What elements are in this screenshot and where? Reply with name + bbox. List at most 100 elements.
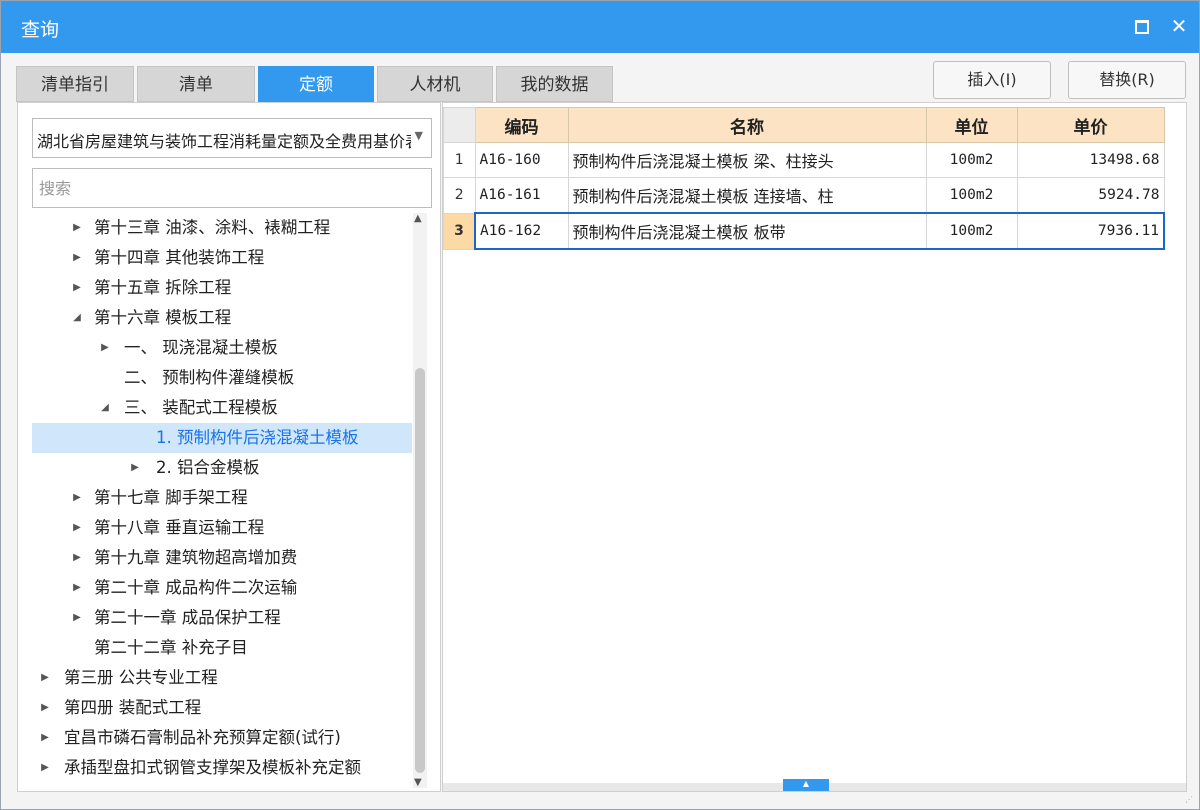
tree-item[interactable]: ▶ 第三册 公共专业工程 xyxy=(32,663,412,693)
name-cell[interactable]: 预制构件后浇混凝土模板 板带 xyxy=(567,212,927,250)
table-row-selected[interactable]: 3 A16-162 预制构件后浇混凝土模板 板带 100m2 7936.11 xyxy=(443,212,1165,250)
collapse-arrow-icon[interactable]: ◢ xyxy=(98,393,112,423)
tree-item-label: 第十三章 油漆、涂料、裱糊工程 xyxy=(94,218,331,237)
tree-item-selected[interactable]: 1. 预制构件后浇混凝土模板 xyxy=(32,423,412,453)
row-number-header xyxy=(443,107,476,143)
tree-item[interactable]: ▶ 第十七章 脚手架工程 xyxy=(32,483,412,513)
tree-item[interactable]: ▶ 一、 现浇混凝土模板 xyxy=(32,333,412,363)
unit-column-header[interactable]: 单位 xyxy=(925,107,1018,143)
tree-item[interactable]: ▶ 第十五章 拆除工程 xyxy=(32,273,412,303)
expand-arrow-icon[interactable]: ▶ xyxy=(128,453,142,483)
tree-item[interactable]: ▶ 第十四章 其他装饰工程 xyxy=(32,243,412,273)
replace-button[interactable]: 替换(R) xyxy=(1068,61,1186,99)
search-field[interactable] xyxy=(32,168,432,208)
chapter-tree: ▶ 第十三章 油漆、涂料、裱糊工程 ▶ 第十四章 其他装饰工程 ▶ 第十五章 拆… xyxy=(32,213,412,789)
maximize-icon[interactable] xyxy=(1129,13,1155,39)
tree-item[interactable]: ▶ 2. 铝合金模板 xyxy=(32,453,412,483)
window-title: 查询 xyxy=(21,19,60,41)
tree-item-label: 第四册 装配式工程 xyxy=(64,698,202,717)
expand-arrow-icon[interactable]: ▶ xyxy=(98,333,112,363)
code-column-header[interactable]: 编码 xyxy=(474,107,569,143)
collapse-arrow-icon[interactable]: ◢ xyxy=(70,303,84,333)
row-number: 3 xyxy=(443,212,476,250)
code-cell[interactable]: A16-162 xyxy=(474,212,569,250)
tree-item-label: 1. 预制构件后浇混凝土模板 xyxy=(156,428,359,447)
name-cell[interactable]: 预制构件后浇混凝土模板 连接墙、柱 xyxy=(567,177,927,214)
search-input[interactable] xyxy=(37,169,421,207)
insert-button[interactable]: 插入(I) xyxy=(933,61,1051,99)
price-cell[interactable]: 5924.78 xyxy=(1016,177,1165,214)
chevron-down-icon[interactable]: ▼ xyxy=(415,129,423,142)
quota-library-select[interactable]: 湖北省房屋建筑与装饰工程消耗量定额及全费用基价表 ▼ xyxy=(32,118,432,158)
expand-arrow-icon[interactable]: ▶ xyxy=(38,693,52,723)
price-column-header[interactable]: 单价 xyxy=(1016,107,1165,143)
tree-item-label: 第十四章 其他装饰工程 xyxy=(94,248,265,267)
tree-item-label: 第十九章 建筑物超高增加费 xyxy=(94,548,298,567)
unit-cell[interactable]: 100m2 xyxy=(925,142,1018,178)
splitter-up-icon[interactable]: ▲ xyxy=(783,779,829,791)
price-cell[interactable]: 13498.68 xyxy=(1016,142,1165,178)
unit-cell[interactable]: 100m2 xyxy=(925,177,1018,214)
tree-item[interactable]: ▶ 第四册 装配式工程 xyxy=(32,693,412,723)
result-table: 编码 名称 单位 单价 1 A16-160 预制构件后浇混凝土模板 梁、柱接头 … xyxy=(443,107,1165,250)
tree-item[interactable]: ▶ 承插型盘扣式钢管支撑架及模板补充定额 xyxy=(32,753,412,783)
expand-arrow-icon[interactable]: ▶ xyxy=(70,213,84,243)
grid-splitter[interactable]: ▲ xyxy=(443,779,1186,791)
expand-arrow-icon[interactable]: ▶ xyxy=(70,243,84,273)
tab-qingdan[interactable]: 清单 xyxy=(137,66,255,102)
expand-arrow-icon[interactable]: ▶ xyxy=(70,603,84,633)
expand-arrow-icon[interactable]: ▶ xyxy=(70,543,84,573)
code-cell[interactable]: A16-160 xyxy=(474,142,569,178)
price-cell[interactable]: 7936.11 xyxy=(1016,212,1165,250)
tree-item[interactable]: ▶ 宜昌市磷石膏制品补充预算定额(试行) xyxy=(32,723,412,753)
tree-item-label: 第十七章 脚手架工程 xyxy=(94,488,248,507)
query-dialog: 查询 ✕ 清单指引 清单 定额 人材机 我的数据 插入(I) 替换(R) 湖北省… xyxy=(0,0,1200,810)
tree-item[interactable]: 第二十二章 补充子目 xyxy=(32,633,412,663)
tree-item[interactable]: ▶ 第十九章 建筑物超高增加费 xyxy=(32,543,412,573)
tree-item-label: 第二十一章 成品保护工程 xyxy=(94,608,281,627)
resize-grip-icon[interactable]: ⋰ xyxy=(1185,795,1195,805)
tree-item-label: 一、 现浇混凝土模板 xyxy=(124,338,278,357)
row-number: 2 xyxy=(443,177,476,214)
close-icon[interactable]: ✕ xyxy=(1166,13,1192,39)
code-cell[interactable]: A16-161 xyxy=(474,177,569,214)
tree-item[interactable]: ▶ 第十三章 油漆、涂料、裱糊工程 xyxy=(32,213,412,243)
expand-arrow-icon[interactable]: ▶ xyxy=(38,663,52,693)
title-bar[interactable]: 查询 ✕ xyxy=(1,1,1199,53)
expand-arrow-icon[interactable]: ▶ xyxy=(70,483,84,513)
tree-item[interactable]: ◢ 第十六章 模板工程 xyxy=(32,303,412,333)
tree-scrollbar[interactable]: ▲ ▼ xyxy=(413,213,427,788)
result-grid-panel: 编码 名称 单位 单价 1 A16-160 预制构件后浇混凝土模板 梁、柱接头 … xyxy=(442,102,1187,792)
tree-item-label: 三、 装配式工程模板 xyxy=(124,398,278,417)
scroll-up-icon[interactable]: ▲ xyxy=(414,213,422,224)
tab-rencaiji[interactable]: 人材机 xyxy=(377,66,493,102)
unit-cell[interactable]: 100m2 xyxy=(925,212,1018,250)
tree-item[interactable]: 二、 预制构件灌缝模板 xyxy=(32,363,412,393)
tree-item-label: 第二十二章 补充子目 xyxy=(94,638,248,657)
tree-item-label: 二、 预制构件灌缝模板 xyxy=(124,368,295,387)
tree-item[interactable]: ◢ 三、 装配式工程模板 xyxy=(32,393,412,423)
expand-arrow-icon[interactable]: ▶ xyxy=(38,723,52,753)
tree-item-label: 第三册 公共专业工程 xyxy=(64,668,218,687)
expand-arrow-icon[interactable]: ▶ xyxy=(38,753,52,783)
tab-my-data[interactable]: 我的数据 xyxy=(496,66,613,102)
scroll-down-icon[interactable]: ▼ xyxy=(414,777,422,788)
tree-item[interactable]: ▶ 第十八章 垂直运输工程 xyxy=(32,513,412,543)
scrollbar-thumb[interactable] xyxy=(415,368,425,773)
expand-arrow-icon[interactable]: ▶ xyxy=(70,273,84,303)
name-column-header[interactable]: 名称 xyxy=(567,107,927,143)
tree-item-label: 第十六章 模板工程 xyxy=(94,308,232,327)
quota-library-value: 湖北省房屋建筑与装饰工程消耗量定额及全费用基价表 xyxy=(37,132,411,151)
expand-arrow-icon[interactable]: ▶ xyxy=(70,573,84,603)
expand-arrow-icon[interactable]: ▶ xyxy=(70,513,84,543)
tree-item[interactable]: ▶ 第二十章 成品构件二次运输 xyxy=(32,573,412,603)
tree-item-label: 2. 铝合金模板 xyxy=(156,458,260,477)
table-header-row: 编码 名称 单位 单价 xyxy=(443,107,1165,143)
name-cell[interactable]: 预制构件后浇混凝土模板 梁、柱接头 xyxy=(567,142,927,178)
table-row[interactable]: 1 A16-160 预制构件后浇混凝土模板 梁、柱接头 100m2 13498.… xyxy=(443,142,1165,178)
tab-dinge[interactable]: 定额 xyxy=(258,66,374,102)
table-row[interactable]: 2 A16-161 预制构件后浇混凝土模板 连接墙、柱 100m2 5924.7… xyxy=(443,177,1165,214)
tree-item[interactable]: ▶ 第二十一章 成品保护工程 xyxy=(32,603,412,633)
category-panel: 湖北省房屋建筑与装饰工程消耗量定额及全费用基价表 ▼ ▶ 第十三章 油漆、涂料、… xyxy=(17,102,441,792)
tab-qingdan-zhiyin[interactable]: 清单指引 xyxy=(16,66,134,102)
